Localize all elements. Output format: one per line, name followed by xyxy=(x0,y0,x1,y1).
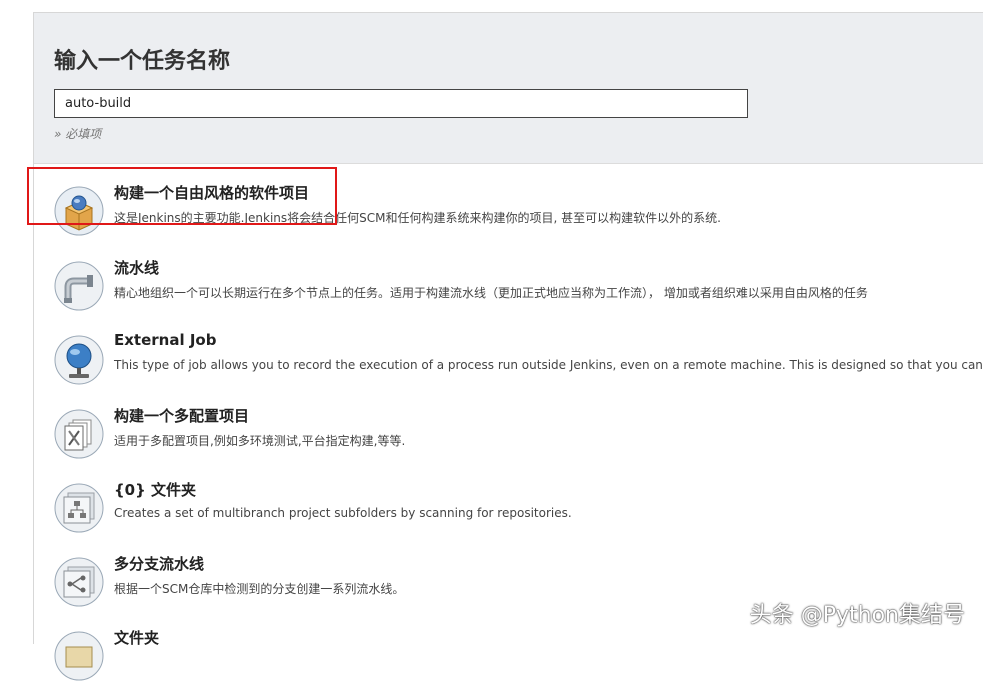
item-name: {0} 文件夹 xyxy=(114,481,197,499)
item-type-external-job[interactable]: External Job This type of job allows you… xyxy=(34,327,983,399)
globe-icon xyxy=(54,335,104,385)
multi-config-icon xyxy=(54,409,104,459)
org-folder-icon xyxy=(54,483,104,533)
item-name: External Job xyxy=(114,331,217,349)
new-item-panel: 输入一个任务名称 » 必填项 构建一个自由风格的软件项目 这是Jenkins的主… xyxy=(33,12,983,681)
item-description: 精心地组织一个可以长期运行在多个节点上的任务。适用于构建流水线（更加正式地应当称… xyxy=(114,286,868,300)
item-description: Creates a set of multibranch project sub… xyxy=(114,506,572,520)
item-name: 多分支流水线 xyxy=(114,555,205,573)
item-description: This type of job allows you to record th… xyxy=(114,358,983,372)
item-type-folder[interactable]: 文件夹 xyxy=(34,623,983,695)
required-hint: » 必填项 xyxy=(54,127,102,141)
item-name-input[interactable] xyxy=(54,89,748,118)
item-name: 流水线 xyxy=(114,259,160,277)
item-name: 文件夹 xyxy=(114,629,160,647)
name-section: 输入一个任务名称 » 必填项 xyxy=(34,13,983,164)
item-type-pipeline[interactable]: 流水线 精心地组织一个可以长期运行在多个节点上的任务。适用于构建流水线（更加正式… xyxy=(34,253,983,325)
highlight-box xyxy=(27,167,337,225)
item-description: 适用于多配置项目,例如多环境测试,平台指定构建,等等. xyxy=(114,434,406,448)
watermark: 头条 @Python集结号 xyxy=(749,603,965,628)
item-name: 构建一个多配置项目 xyxy=(114,407,250,425)
folder-icon xyxy=(54,631,104,681)
multibranch-icon xyxy=(54,557,104,607)
item-type-org-folder[interactable]: {0} 文件夹 Creates a set of multibranch pro… xyxy=(34,475,983,547)
pipeline-icon xyxy=(54,261,104,311)
page-title: 输入一个任务名称 xyxy=(54,49,231,74)
item-type-multi-config[interactable]: 构建一个多配置项目 适用于多配置项目,例如多环境测试,平台指定构建,等等. xyxy=(34,401,983,473)
item-description: 根据一个SCM仓库中检测到的分支创建一系列流水线。 xyxy=(114,582,405,596)
